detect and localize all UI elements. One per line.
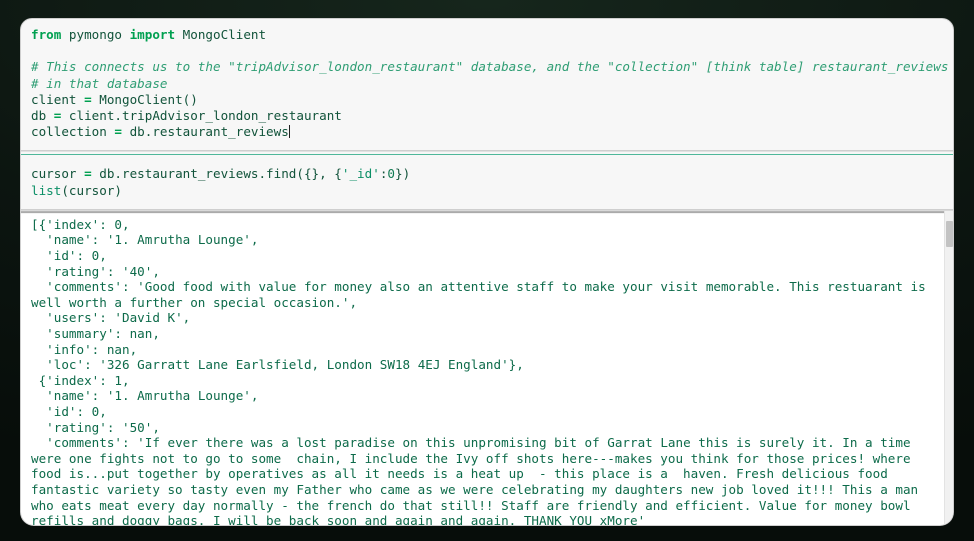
code-cell-2-source[interactable]: cursor = db.restaurant_reviews.find({}, … bbox=[31, 166, 943, 198]
text-cursor bbox=[288, 125, 290, 139]
code-line: client = MongoClient() bbox=[31, 91, 198, 107]
code-cell-2[interactable]: cursor = db.restaurant_reviews.find({}, … bbox=[20, 160, 954, 210]
cell-separator-accent-line bbox=[21, 154, 953, 156]
output-area: [{'index': 0, 'name': '1. Amrutha Lounge… bbox=[20, 209, 954, 526]
output-vertical-scrollbar[interactable] bbox=[944, 210, 953, 525]
screen: from pymongo import MongoClient # This c… bbox=[0, 0, 974, 541]
code-line: # This connects us to the "tripAdvisor_l… bbox=[31, 59, 949, 75]
code-cell-1-source[interactable]: from pymongo import MongoClient # This c… bbox=[31, 27, 948, 140]
output-scrollbar-thumb[interactable] bbox=[946, 220, 953, 247]
output-top-shadow bbox=[21, 210, 944, 214]
code-line: # in that database bbox=[31, 75, 168, 91]
cell-separator-line-light bbox=[21, 151, 953, 153]
cell-separator bbox=[20, 151, 954, 161]
code-line: collection = db.restaurant_reviews bbox=[31, 124, 290, 140]
code-line: list(cursor) bbox=[31, 182, 123, 198]
output-scroll-viewport[interactable]: [{'index': 0, 'name': '1. Amrutha Lounge… bbox=[21, 211, 953, 525]
output-text: [{'index': 0, 'name': '1. Amrutha Lounge… bbox=[31, 216, 926, 525]
code-cell-1[interactable]: from pymongo import MongoClient # This c… bbox=[20, 18, 954, 152]
code-line: from pymongo import MongoClient bbox=[31, 27, 267, 42]
code-line: cursor = db.restaurant_reviews.find({}, … bbox=[31, 166, 411, 182]
code-line: db = client.tripAdvisor_london_restauran… bbox=[31, 108, 342, 124]
notebook-container: from pymongo import MongoClient # This c… bbox=[20, 18, 954, 526]
